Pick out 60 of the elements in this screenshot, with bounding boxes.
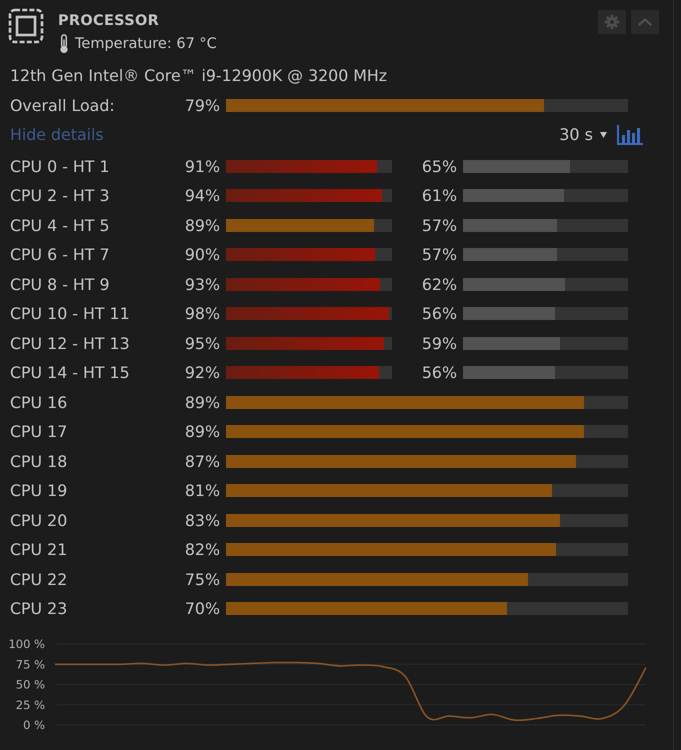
- chevron-up-icon: [637, 17, 653, 27]
- core-load-reading: 92%: [184, 363, 220, 382]
- core-load-reading: 75%: [184, 570, 220, 589]
- core-load-reading: 98%: [184, 304, 220, 324]
- interval-dropdown[interactable]: 30 s: [559, 125, 607, 144]
- thread-load-reading: 59%: [420, 334, 457, 353]
- y-axis-label: 100 %: [8, 636, 45, 650]
- core-label: CPU 8 - HT 9: [10, 274, 111, 294]
- thread-load-reading: 61%: [420, 186, 457, 206]
- core-label: CPU 0 - HT 1: [10, 156, 111, 176]
- y-axis-label: 75 %: [16, 656, 45, 671]
- chart-view-button[interactable]: [617, 124, 643, 144]
- core-label: CPU 20: [10, 510, 68, 530]
- core-label: CPU 6 - HT 7: [10, 245, 111, 264]
- panel-title: PROCESSOR: [58, 12, 160, 31]
- core-load-reading: 89%: [184, 392, 220, 412]
- core-load-reading: 89%: [184, 422, 220, 442]
- core-load-reading: 81%: [184, 481, 220, 500]
- thread-load-reading: 62%: [420, 274, 457, 294]
- core-load-reading: 70%: [184, 599, 220, 618]
- thread-load-reading: 65%: [420, 156, 457, 176]
- core-label: CPU 23: [10, 599, 68, 618]
- thread-load-reading: 56%: [420, 363, 457, 382]
- core-label: CPU 18: [10, 452, 68, 471]
- core-label: CPU 19: [10, 481, 68, 500]
- core-load-reading: 94%: [184, 186, 220, 206]
- temperature-text: Temperature: 67 °C: [75, 35, 217, 54]
- overall-load-reading: 79%: [184, 96, 220, 116]
- core-label: CPU 14 - HT 15: [10, 363, 131, 382]
- core-load-reading: 87%: [184, 452, 220, 471]
- overall-load-label: Overall Load:: [10, 96, 116, 116]
- y-axis-label: 25 %: [16, 697, 45, 712]
- core-load-reading: 82%: [184, 540, 220, 560]
- cpu-model-name: 12th Gen Intel® Core™ i9-12900K @ 3200 MHz: [9, 66, 388, 86]
- settings-icon: [604, 14, 620, 30]
- core-label: CPU 22: [10, 570, 68, 589]
- core-label: CPU 2 - HT 3: [10, 186, 111, 206]
- core-load-reading: 91%: [184, 156, 220, 176]
- core-label: CPU 4 - HT 5: [10, 216, 111, 235]
- core-label: CPU 21: [10, 540, 68, 560]
- thermometer-icon: [58, 34, 70, 54]
- settings-button[interactable]: [598, 10, 626, 34]
- caret-icon: [600, 132, 607, 138]
- y-axis-label: 0 %: [23, 718, 45, 732]
- y-axis-label: 50 %: [16, 677, 45, 691]
- thread-load-reading: 57%: [420, 216, 457, 235]
- core-load-reading: 89%: [184, 216, 220, 235]
- core-load-reading: 93%: [184, 274, 220, 294]
- collapse-button[interactable]: [631, 10, 659, 34]
- core-label: CPU 17: [10, 422, 68, 442]
- processor-chip-icon: [8, 8, 44, 44]
- bar-chart-icon: [617, 124, 643, 144]
- core-label: CPU 12 - HT 13: [10, 334, 131, 353]
- thread-load-reading: 56%: [420, 304, 457, 324]
- core-load-reading: 95%: [184, 334, 220, 353]
- core-load-reading: 83%: [184, 510, 220, 530]
- thread-load-reading: 57%: [420, 245, 457, 264]
- core-load-reading: 90%: [184, 245, 220, 264]
- core-label: CPU 16: [10, 392, 68, 412]
- core-label: CPU 10 - HT 11: [10, 304, 131, 324]
